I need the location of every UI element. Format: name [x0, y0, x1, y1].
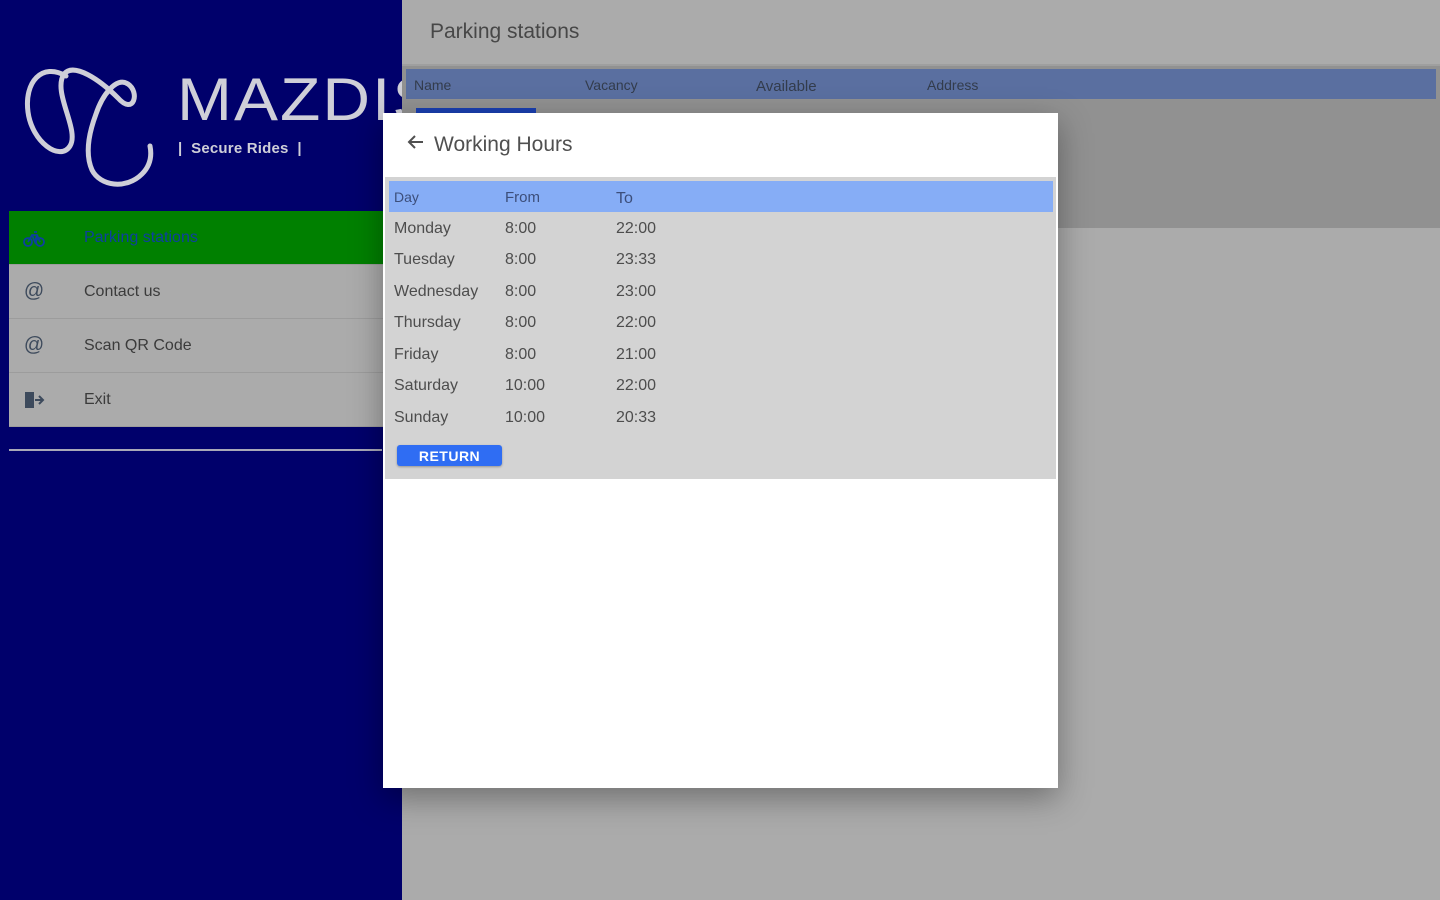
sidebar-item-scan-qr-code[interactable]: @ Scan QR Code: [9, 319, 402, 373]
working-hours-dialog: Working Hours Day From To Monday 8:00 22…: [383, 113, 1058, 788]
brand-logo: MAZDIS | Secure Rides |: [22, 62, 436, 192]
sidebar-item-label: Scan QR Code: [84, 336, 192, 354]
to-cell: 20:33: [616, 409, 657, 426]
to-cell: 22:00: [616, 377, 657, 394]
day-cell: Saturday: [394, 377, 459, 394]
table-row: Sunday 10:00 20:33: [385, 402, 1056, 433]
sidebar-divider: [9, 449, 382, 451]
exit-door-icon: [23, 389, 45, 411]
table-row: Saturday 10:00 22:00: [385, 370, 1056, 401]
day-cell: Tuesday: [394, 251, 455, 268]
from-cell: 10:00: [505, 377, 546, 394]
return-button[interactable]: RETURN: [397, 445, 502, 466]
at-sign-icon: @: [23, 334, 45, 356]
sidebar-item-parking-stations[interactable]: Parking stations: [9, 211, 402, 265]
bicycle-icon: [23, 227, 45, 249]
main-header: Parking stations: [402, 0, 1440, 67]
bike-logo-icon: [24, 67, 154, 187]
day-cell: Monday: [394, 220, 451, 237]
from-cell: 8:00: [505, 346, 537, 363]
at-sign-icon: @: [23, 280, 45, 302]
from-cell: 8:00: [505, 220, 537, 237]
working-hours-header: Day From To: [389, 181, 1053, 212]
column-header-vacancy[interactable]: Vacancy: [585, 77, 638, 93]
back-arrow-icon[interactable]: [405, 131, 427, 153]
day-cell: Wednesday: [394, 283, 479, 300]
brand-tagline: | Secure Rides |: [178, 140, 302, 157]
sidebar: MAZDIS | Secure Rides | Parking stations…: [0, 0, 436, 900]
table-row: Thursday 8:00 22:00: [385, 307, 1056, 338]
to-cell: 21:00: [616, 346, 657, 363]
dialog-header: Working Hours: [383, 113, 1058, 177]
from-cell: 8:00: [505, 283, 537, 300]
day-cell: Friday: [394, 346, 439, 363]
day-cell: Sunday: [394, 409, 449, 426]
table-row: Wednesday 8:00 23:00: [385, 276, 1056, 307]
column-header-to: To: [616, 190, 633, 207]
sidebar-item-label: Parking stations: [84, 228, 198, 246]
table-row: Tuesday 8:00 23:33: [385, 244, 1056, 275]
from-cell: 8:00: [505, 251, 537, 268]
column-header-from: From: [505, 189, 540, 206]
from-cell: 10:00: [505, 409, 546, 426]
table-row: Monday 8:00 22:00: [385, 213, 1056, 244]
column-header-name[interactable]: Name: [414, 77, 451, 93]
to-cell: 23:33: [616, 251, 657, 268]
sidebar-item-contact-us[interactable]: @ Contact us: [9, 265, 402, 319]
sidebar-item-label: Exit: [84, 390, 111, 408]
sidebar-item-exit[interactable]: Exit: [9, 373, 402, 427]
column-header-day: Day: [394, 189, 419, 205]
dialog-title: Working Hours: [434, 133, 573, 156]
table-row: Friday 8:00 21:00: [385, 339, 1056, 370]
column-header-available[interactable]: Available: [756, 78, 817, 95]
from-cell: 8:00: [505, 314, 537, 331]
column-header-address[interactable]: Address: [927, 77, 978, 93]
to-cell: 23:00: [616, 283, 657, 300]
sidebar-menu: Parking stations @ Contact us @ Scan QR …: [9, 211, 402, 427]
stations-table-header: Name Vacancy Available Address: [406, 69, 1436, 99]
working-hours-table: Day From To Monday 8:00 22:00 Tuesday 8:…: [385, 177, 1056, 479]
to-cell: 22:00: [616, 220, 657, 237]
to-cell: 22:00: [616, 314, 657, 331]
day-cell: Thursday: [394, 314, 461, 331]
page-title: Parking stations: [430, 20, 580, 43]
sidebar-item-label: Contact us: [84, 282, 161, 300]
